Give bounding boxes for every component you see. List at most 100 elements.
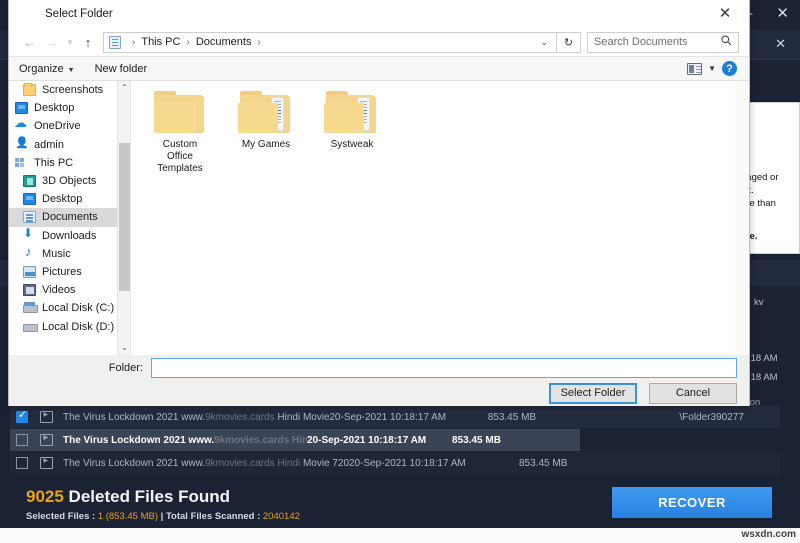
- recover-button[interactable]: RECOVER: [612, 487, 772, 518]
- close-icon[interactable]: ✕: [771, 4, 794, 23]
- file-name: The Virus Lockdown 2021 www.9kmovies.car…: [63, 411, 330, 423]
- up-icon[interactable]: ↑: [77, 35, 99, 50]
- sidebar-item-label: Music: [42, 247, 71, 260]
- row-checkbox[interactable]: [16, 457, 28, 469]
- breadcrumb-separator-end: ›: [257, 36, 261, 48]
- sidebar-item-this-pc[interactable]: This PC: [9, 154, 130, 172]
- content-scrollbar[interactable]: [735, 81, 749, 355]
- sidebar-item-label: 3D Objects: [42, 175, 97, 188]
- this-pc-icon: [15, 157, 28, 169]
- sidebar-item-admin[interactable]: admin: [9, 136, 130, 154]
- file-date: 20-Sep-2021 10:18:17 AM: [349, 457, 466, 469]
- folder-content-pane: Custom Office Templates My Games Systwea…: [131, 81, 749, 355]
- music-icon: [23, 244, 36, 260]
- back-icon[interactable]: ←: [19, 35, 41, 50]
- list-item[interactable]: My Games: [235, 91, 297, 175]
- dialog-titlebar: Select Folder: [9, 0, 749, 28]
- cancel-button[interactable]: Cancel: [649, 382, 737, 404]
- sidebar-item-local-disk-d[interactable]: Local Disk (D:): [9, 317, 130, 335]
- table-row[interactable]: The Virus Lockdown 2021 www.9kmovies.car…: [10, 429, 580, 451]
- breadcrumb-documents[interactable]: Documents: [195, 36, 253, 48]
- file-name: The Virus Lockdown 2021 www.9kmovies.car…: [63, 434, 307, 446]
- sidebar-item-documents[interactable]: Documents: [9, 208, 130, 227]
- table-row[interactable]: The Virus Lockdown 2021 www.9kmovies.car…: [10, 452, 780, 474]
- list-item[interactable]: Custom Office Templates: [149, 91, 211, 175]
- chevron-down-icon[interactable]: ▼: [708, 64, 716, 73]
- file-size: 853.45 MB: [519, 457, 568, 469]
- bottom-strip: [0, 528, 800, 543]
- sidebar-item-label: Local Disk (D:): [42, 320, 115, 333]
- sidebar-item-label: OneDrive: [34, 120, 81, 133]
- videos-icon: [23, 284, 36, 297]
- chevron-down-icon: ▼: [67, 66, 75, 74]
- forward-icon[interactable]: →: [41, 35, 63, 50]
- app-logo-icon: [23, 8, 36, 21]
- sidebar-item-desktop[interactable]: Desktop: [9, 99, 130, 117]
- navigation-tree: Screenshots Desktop OneDrive admin This …: [9, 81, 131, 355]
- dialog-close-icon[interactable]: ✕: [715, 5, 735, 23]
- desktop-icon: [15, 102, 28, 115]
- documents-icon: [109, 35, 121, 49]
- pictures-icon: [23, 265, 36, 278]
- total-scanned-value: 2040142: [262, 511, 300, 522]
- deleted-files-count: 9025: [26, 487, 64, 506]
- sidebar-item-pictures[interactable]: Pictures: [9, 263, 130, 281]
- breadcrumb-this-pc[interactable]: This PC: [140, 36, 181, 48]
- row-checkbox[interactable]: [16, 434, 28, 446]
- search-placeholder: Search Documents: [594, 36, 688, 48]
- folder-field-label: Folder:: [108, 362, 143, 374]
- scroll-up-icon[interactable]: ⌃: [118, 81, 130, 95]
- scrollbar-thumb[interactable]: [119, 143, 130, 291]
- fragment-extension: kv: [754, 297, 764, 308]
- file-path: \Folder390277: [679, 411, 744, 423]
- selected-files-value: 1 (853.45 MB): [97, 511, 159, 522]
- list-item[interactable]: Systweak: [321, 91, 383, 175]
- sidebar-item-label: Screenshots: [42, 84, 104, 97]
- folder-icon: [324, 91, 380, 136]
- select-folder-button[interactable]: Select Folder: [549, 382, 637, 404]
- disk-icon: [23, 321, 38, 333]
- address-breadcrumb-box[interactable]: › This PC › Documents › ⌄: [103, 31, 557, 53]
- sidebar-item-screenshots[interactable]: Screenshots: [9, 81, 130, 99]
- deleted-files-summary: 9025 Deleted Files Found: [26, 487, 231, 506]
- sidebar-item-desktop-2[interactable]: Desktop: [9, 190, 130, 208]
- help-icon[interactable]: ?: [722, 61, 737, 76]
- tree-scrollbar[interactable]: ⌃ ⌄: [117, 81, 130, 355]
- 3d-objects-icon: [23, 175, 36, 188]
- scroll-down-icon[interactable]: ⌄: [118, 341, 130, 355]
- folder-name: Custom Office Templates: [157, 139, 203, 174]
- file-results-list: The Virus Lockdown 2021 www.9kmovies.car…: [0, 406, 800, 476]
- change-view-icon[interactable]: [687, 62, 703, 75]
- sidebar-item-videos[interactable]: Videos: [9, 281, 130, 299]
- folder-name: Systweak: [330, 139, 374, 150]
- breadcrumb-separator: ›: [186, 36, 190, 48]
- command-bar: Organize ▼ New folder ▼ ?: [9, 56, 749, 81]
- refresh-icon[interactable]: ↻: [557, 31, 581, 53]
- new-folder-button[interactable]: New folder: [85, 63, 158, 75]
- chevron-down-icon[interactable]: ⌄: [540, 37, 548, 48]
- folder-input[interactable]: [151, 358, 737, 378]
- watermark: wsxdn.com: [741, 529, 796, 540]
- sidebar-item-3d-objects[interactable]: 3D Objects: [9, 172, 130, 190]
- sidebar-item-label: Desktop: [42, 193, 83, 206]
- sidebar-item-downloads[interactable]: Downloads: [9, 226, 130, 245]
- info-popup: naged or t it. ore than . ble.: [742, 102, 800, 254]
- sidebar-item-music[interactable]: Music: [9, 244, 130, 263]
- downloads-icon: [23, 226, 36, 242]
- subbar-close-icon[interactable]: ✕: [775, 36, 786, 52]
- folder-icon: [152, 91, 208, 136]
- folder-icon: [23, 83, 36, 97]
- sidebar-item-label: Pictures: [42, 265, 82, 278]
- sidebar-item-local-disk-c[interactable]: Local Disk (C:): [9, 299, 130, 317]
- fragment-time-2: :18 AM: [748, 372, 778, 383]
- row-checkbox[interactable]: [16, 409, 28, 423]
- dialog-body: Screenshots Desktop OneDrive admin This …: [9, 81, 749, 355]
- organize-menu[interactable]: Organize ▼: [9, 63, 85, 75]
- video-file-icon: [40, 434, 53, 446]
- sidebar-item-label: Documents: [42, 211, 98, 224]
- recent-locations-icon[interactable]: ▾: [63, 37, 77, 48]
- search-box[interactable]: Search Documents: [587, 31, 739, 53]
- table-row[interactable]: The Virus Lockdown 2021 www.9kmovies.car…: [10, 406, 780, 428]
- onedrive-icon: [14, 115, 28, 132]
- sidebar-item-onedrive[interactable]: OneDrive: [9, 115, 130, 135]
